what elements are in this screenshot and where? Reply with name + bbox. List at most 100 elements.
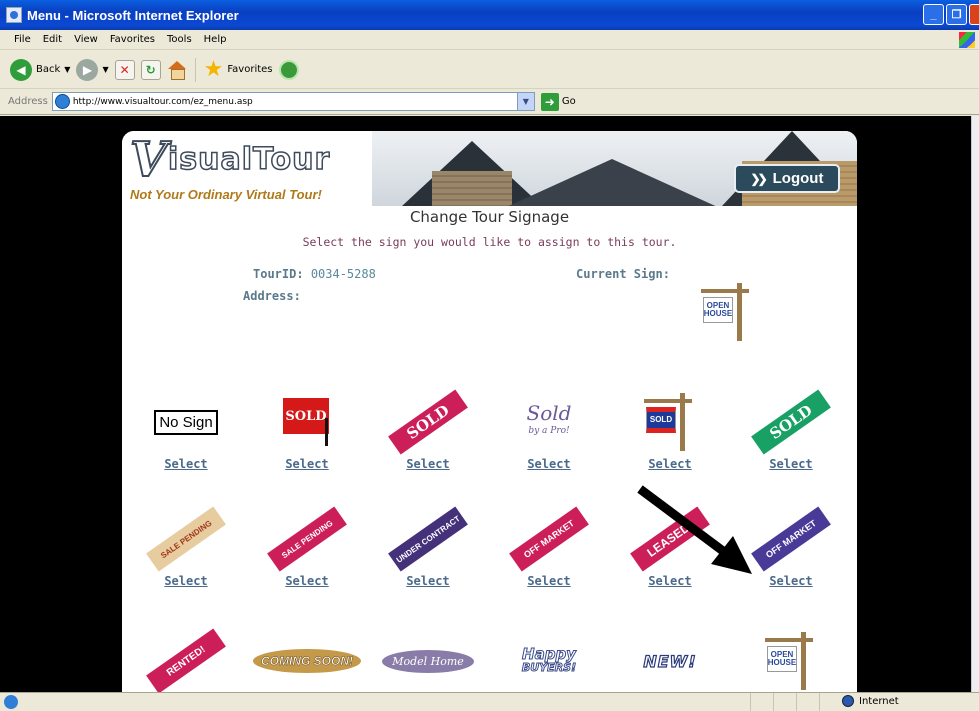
select-link[interactable]: Select [494, 574, 604, 588]
select-link[interactable]: Select [736, 574, 846, 588]
sold-board: SOLD [646, 407, 676, 433]
status-cell [750, 693, 773, 711]
sign-thumb[interactable]: Sold by a Pro! [494, 391, 604, 453]
ie-icon [6, 7, 22, 23]
select-link[interactable]: Select [736, 457, 846, 471]
forward-dropdown-icon[interactable]: ▼ [102, 65, 108, 74]
new-badge: NEW! [643, 651, 697, 671]
status-cell [773, 693, 796, 711]
toolbar-separator [194, 57, 196, 82]
page-card: V isualTour Not Your Ordinary Virtual To… [122, 131, 857, 692]
select-link[interactable]: Select [373, 574, 483, 588]
sign-thumb[interactable]: OFF MARKET [494, 506, 604, 572]
select-link[interactable]: Select [615, 457, 725, 471]
browser-viewport: V isualTour Not Your Ordinary Virtual To… [0, 116, 971, 692]
favorites-label: Favorites [227, 64, 273, 75]
post-pole [801, 632, 806, 690]
sale-pending-banner: SALE PENDING [146, 506, 226, 572]
sign-thumb[interactable]: SOLD [252, 391, 362, 453]
menu-edit[interactable]: Edit [37, 34, 68, 45]
sign-thumb[interactable]: OFF MARKET [736, 506, 846, 572]
buyers-text: BUYERS! [521, 661, 577, 675]
flag-pole [325, 418, 328, 446]
rented-banner: RENTED! [146, 628, 226, 692]
select-link[interactable]: Select [615, 574, 725, 588]
forward-button[interactable]: ▶ ▼ [76, 58, 109, 81]
back-arrow-icon: ◀ [10, 58, 32, 81]
address-url: http://www.visualtour.com/ez_menu.asp [72, 96, 253, 107]
sale-pending-banner: SALE PENDING [267, 506, 347, 572]
sold-flag-image: SOLD [281, 398, 333, 446]
window-title-bar: Menu - Microsoft Internet Explorer _ ❐ [0, 0, 979, 30]
status-cell [819, 693, 842, 711]
select-link[interactable]: Select [373, 457, 483, 471]
menu-favorites[interactable]: Favorites [104, 34, 161, 45]
post-pole [680, 393, 685, 451]
back-button[interactable]: ◀ Back ▼ [10, 58, 70, 81]
sign-thumb[interactable]: No Sign [131, 391, 241, 453]
sign-thumb[interactable]: SALE PENDING [131, 506, 241, 572]
window-title: Menu - Microsoft Internet Explorer [27, 7, 239, 23]
globe-icon [842, 695, 854, 707]
open-house-post-image: OPEN HOUSE [761, 632, 821, 690]
go-button[interactable]: ➜ Go [540, 92, 576, 111]
menu-help[interactable]: Help [198, 34, 233, 45]
status-bar: Internet [0, 692, 979, 711]
under-contract-banner: UNDER CONTRACT [388, 506, 468, 572]
off-market-banner: OFF MARKET [751, 506, 831, 572]
select-link[interactable]: Select [494, 457, 604, 471]
favorites-button[interactable]: ★ Favorites [203, 56, 273, 82]
sign-thumb[interactable]: NEW! [615, 630, 725, 692]
sign-thumb[interactable]: Model Home [373, 630, 483, 692]
sign-grid: No Sign Select SOLD Select SOLD Select S… [122, 131, 857, 692]
address-input[interactable]: http://www.visualtour.com/ez_menu.asp ▼ [51, 92, 535, 111]
page-status-icon [4, 695, 18, 709]
sign-thumb[interactable]: SALE PENDING [252, 506, 362, 572]
sign-thumb[interactable]: SOLD [736, 389, 846, 455]
menu-view[interactable]: View [68, 34, 104, 45]
status-cell [796, 693, 819, 711]
sign-thumb[interactable]: RENTED! [131, 628, 241, 692]
history-button[interactable] [278, 59, 299, 80]
happy-buyers-image: Happy BUYERS! [521, 646, 577, 675]
back-label: Back [36, 64, 61, 75]
open-house-board: OPEN HOUSE [767, 646, 797, 672]
maximize-button[interactable]: ❐ [946, 4, 967, 25]
menu-file[interactable]: File [8, 34, 37, 45]
security-zone: Internet [842, 695, 899, 707]
sold-by-pro-image: Sold by a Pro! [527, 403, 572, 440]
sold-flag-text: SOLD [283, 398, 329, 434]
select-link[interactable]: Select [252, 574, 362, 588]
no-sign-label: No Sign [154, 409, 218, 435]
zone-label: Internet [859, 695, 899, 707]
sign-thumb[interactable]: OPEN HOUSE [736, 630, 846, 692]
select-link[interactable]: Select [131, 574, 241, 588]
sign-thumb[interactable]: Happy BUYERS! [494, 630, 604, 692]
window-controls: _ ❐ [923, 4, 979, 25]
vertical-scrollbar[interactable] [971, 116, 979, 692]
stop-button[interactable]: ✕ [114, 59, 135, 80]
sign-thumb[interactable]: SOLD [373, 389, 483, 455]
sold-banner: SOLD [388, 389, 468, 455]
select-link[interactable]: Select [252, 457, 362, 471]
sign-thumb[interactable]: LEASED! [615, 506, 725, 572]
sold-post-image: SOLD [640, 393, 700, 451]
off-market-banner: OFF MARKET [509, 506, 589, 572]
star-icon: ★ [203, 56, 224, 82]
model-home-badge: Model Home [382, 649, 474, 673]
sign-thumb[interactable]: UNDER CONTRACT [373, 506, 483, 572]
close-button[interactable] [969, 4, 979, 25]
refresh-button[interactable]: ↻ [140, 59, 161, 80]
menu-tools[interactable]: Tools [161, 34, 198, 45]
by-pro-text: by a Pro! [528, 426, 570, 436]
address-dropdown-icon[interactable]: ▼ [516, 93, 534, 110]
back-dropdown-icon[interactable]: ▼ [64, 65, 70, 74]
go-arrow-icon: ➜ [540, 92, 559, 111]
sign-thumb[interactable]: SOLD [615, 391, 725, 453]
select-link[interactable]: Select [131, 457, 241, 471]
home-button[interactable] [167, 60, 187, 80]
address-bar: Address http://www.visualtour.com/ez_men… [0, 89, 979, 115]
sold-green-banner: SOLD [751, 389, 831, 455]
sign-thumb[interactable]: COMING SOON! [252, 630, 362, 692]
minimize-button[interactable]: _ [923, 4, 944, 25]
